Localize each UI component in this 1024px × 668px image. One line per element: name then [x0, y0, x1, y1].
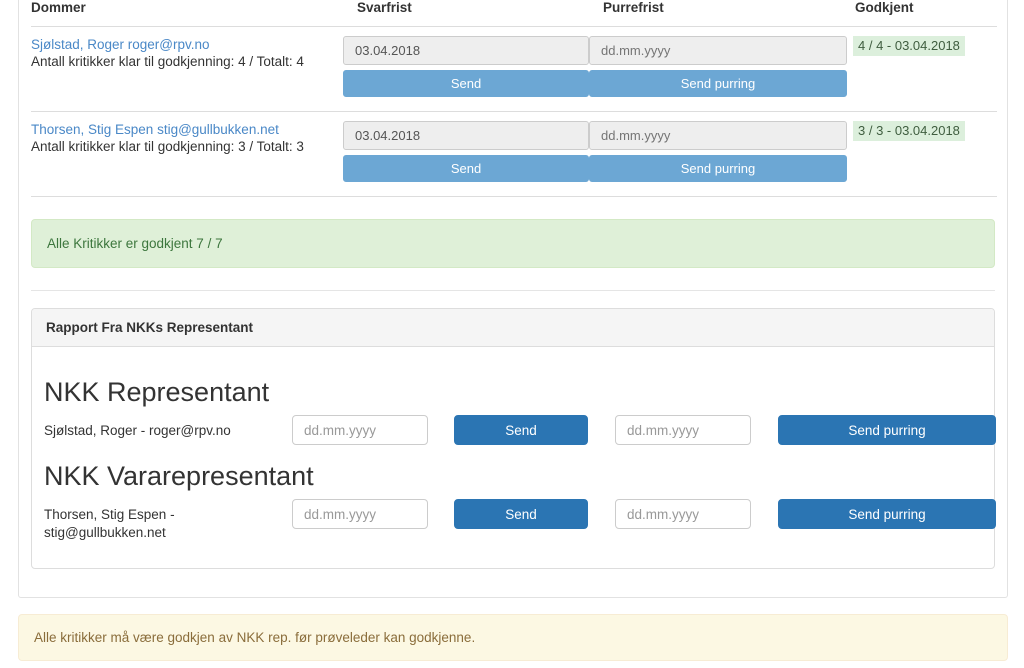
purrefrist-cell: Send purring [589, 111, 847, 197]
status-badge: 4 / 4 - 03.04.2018 [853, 36, 965, 56]
judge-critique-count: Antall kritikker klar til godkjenning: 4… [31, 54, 304, 69]
judges-table-head: Dommer Svarfrist Purrefrist Godkjent [31, 0, 997, 27]
column-header-svarfrist: Svarfrist [343, 0, 589, 27]
nkk-representant-svarfrist-input[interactable] [292, 415, 428, 445]
judge-cell: Thorsen, Stig Espen stig@gullbukken.net … [31, 111, 343, 197]
nkk-representant-purrefrist-input[interactable] [615, 415, 751, 445]
godkjent-cell: 4 / 4 - 03.04.2018 [847, 26, 997, 112]
nkk-representant-title: NKK Representant [44, 377, 270, 407]
nkk-vararepresentant-svarfrist-input[interactable] [292, 499, 428, 529]
send-svarfrist-button[interactable]: Send [343, 70, 589, 97]
judge-link[interactable]: Sjølstad, Roger roger@rpv.no [31, 36, 343, 53]
judges-table-body: Sjølstad, Roger roger@rpv.no Antall krit… [31, 26, 997, 197]
nkk-vararepresentant-block: NKK Vararepresentant Thorsen, Stig Espen… [44, 459, 996, 542]
main-content-panel: Dommer Svarfrist Purrefrist Godkjent Sjø… [18, 0, 1008, 598]
nkk-vararepresentant-person: Thorsen, Stig Espen - stig@gullbukken.ne… [44, 507, 175, 540]
nkk-vararepresentant-row: Thorsen, Stig Espen - stig@gullbukken.ne… [44, 499, 996, 542]
column-header-godkjent: Godkjent [847, 0, 997, 27]
purrefrist-input[interactable] [589, 121, 847, 150]
nkk-vararepresentant-purrefrist-input[interactable] [615, 499, 751, 529]
nkk-representant-send-purring-button[interactable]: Send purring [778, 415, 996, 445]
nkk-vararepresentant-title: NKK Vararepresentant [44, 461, 314, 491]
purrefrist-input[interactable] [589, 36, 847, 65]
nkk-representant-send-button[interactable]: Send [454, 415, 588, 445]
table-row: Thorsen, Stig Espen stig@gullbukken.net … [31, 111, 997, 197]
godkjent-cell: 3 / 3 - 03.04.2018 [847, 111, 997, 197]
judge-link[interactable]: Thorsen, Stig Espen stig@gullbukken.net [31, 121, 343, 138]
report-panel-heading: Rapport Fra NKKs Representant [32, 309, 994, 347]
svarfrist-input[interactable] [343, 121, 589, 150]
send-purring-button[interactable]: Send purring [589, 155, 847, 182]
section-divider [31, 290, 995, 291]
nkk-representant-row: Sjølstad, Roger - roger@rpv.no Send Send… [44, 415, 996, 445]
column-header-purrefrist: Purrefrist [589, 0, 847, 27]
purrefrist-cell: Send purring [589, 26, 847, 112]
send-svarfrist-button[interactable]: Send [343, 155, 589, 182]
column-header-dommer: Dommer [31, 0, 343, 27]
report-panel-body: NKK Representant Sjølstad, Roger - roger… [32, 347, 996, 568]
judges-table: Dommer Svarfrist Purrefrist Godkjent Sjø… [31, 0, 997, 197]
svarfrist-cell: Send [343, 26, 589, 112]
page-root: Dommer Svarfrist Purrefrist Godkjent Sjø… [0, 0, 1024, 668]
svarfrist-cell: Send [343, 111, 589, 197]
send-purring-button[interactable]: Send purring [589, 70, 847, 97]
svarfrist-input[interactable] [343, 36, 589, 65]
nkk-vararepresentant-send-purring-button[interactable]: Send purring [778, 499, 996, 529]
warning-alert: Alle kritikker må være godkjen av NKK re… [18, 614, 1008, 661]
report-panel: Rapport Fra NKKs Representant NKK Repres… [31, 308, 996, 569]
status-badge: 3 / 3 - 03.04.2018 [853, 121, 965, 141]
nkk-vararepresentant-send-button[interactable]: Send [454, 499, 588, 529]
judge-cell: Sjølstad, Roger roger@rpv.no Antall krit… [31, 26, 343, 112]
success-alert: Alle Kritikker er godkjent 7 / 7 [31, 219, 995, 268]
nkk-representant-block: NKK Representant Sjølstad, Roger - roger… [44, 375, 996, 445]
judge-critique-count: Antall kritikker klar til godkjenning: 3… [31, 139, 304, 154]
table-row: Sjølstad, Roger roger@rpv.no Antall krit… [31, 26, 997, 112]
nkk-representant-person: Sjølstad, Roger - roger@rpv.no [44, 423, 231, 438]
table-header-row: Dommer Svarfrist Purrefrist Godkjent [31, 0, 997, 27]
